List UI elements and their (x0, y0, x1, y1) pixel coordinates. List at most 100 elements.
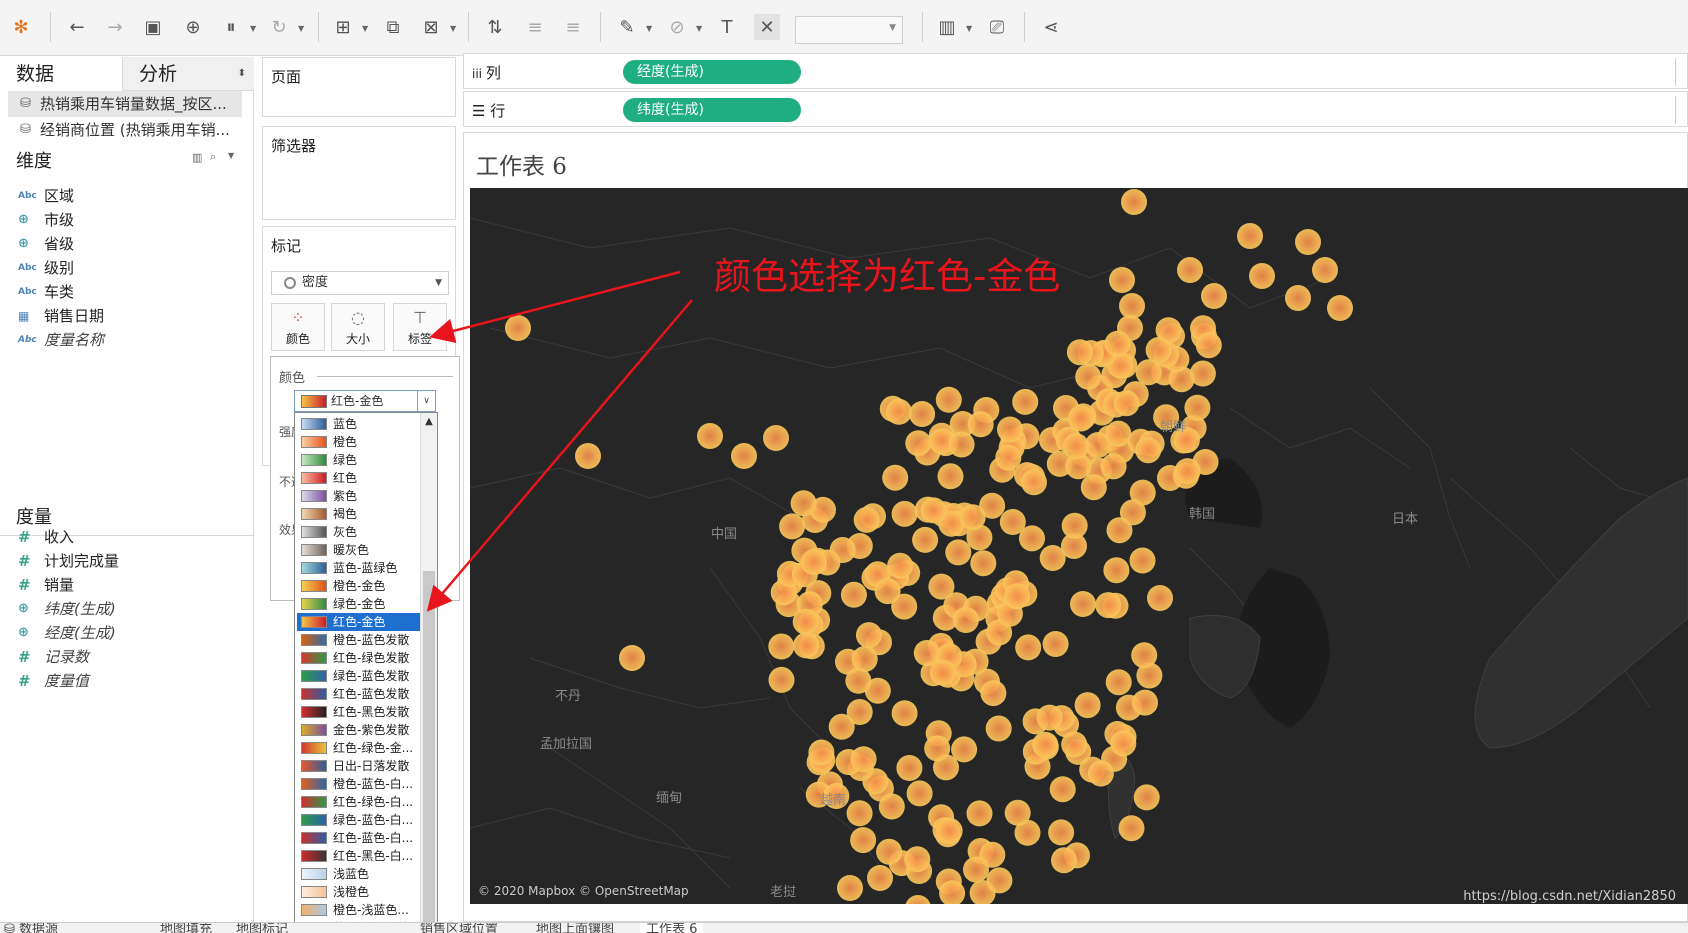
back-icon[interactable]: ← (64, 14, 90, 40)
label-icon[interactable]: T (714, 14, 740, 40)
save-icon[interactable]: ▣ (140, 14, 166, 40)
datasource-item[interactable]: ⛁ 热销乘用车销量数据_按区... (8, 91, 242, 117)
chevron-down-icon[interactable]: ▼ (966, 24, 972, 33)
palette-option[interactable]: 红色-蓝色-白... (297, 829, 421, 847)
palette-option[interactable]: 紫色 (297, 487, 421, 505)
palette-option[interactable]: 橙色 (297, 433, 421, 451)
palette-option[interactable]: 蓝色-蓝绿色 (297, 559, 421, 577)
palette-option[interactable]: 褐色 (297, 505, 421, 523)
measure-field[interactable]: # 收入 (14, 525, 74, 549)
swap-icon[interactable]: ⇅ (482, 14, 508, 40)
scrollbar-thumb[interactable] (423, 571, 435, 932)
dimension-field[interactable]: Abc 车类 (14, 280, 74, 304)
color-button[interactable]: ⁘ 颜色 (271, 303, 325, 351)
duplicate-icon[interactable]: ⧉ (380, 14, 406, 40)
palette-option[interactable]: 灰色 (297, 523, 421, 541)
palette-option[interactable]: 浅橙色 (297, 883, 421, 901)
longitude-pill[interactable]: 经度(生成) (623, 60, 801, 84)
palette-option[interactable]: 红色 (297, 469, 421, 487)
sheet-tab[interactable]: 地图上面镶图 (536, 923, 614, 933)
palette-option[interactable]: 橙色-蓝色-白... (297, 775, 421, 793)
measure-field[interactable]: # 计划完成量 (14, 549, 119, 573)
palette-option[interactable]: 红色-黑色-白... (297, 847, 421, 865)
show-me-icon[interactable]: ▥ (934, 14, 960, 40)
palette-option[interactable]: 蓝色 (297, 415, 421, 433)
palette-option[interactable]: 橙色-金色 (297, 577, 421, 595)
dimension-field[interactable]: Abc 区域 (14, 184, 74, 208)
resize-handle[interactable] (1675, 58, 1685, 86)
scrollbar[interactable]: ▲ (420, 413, 437, 932)
measure-field[interactable]: ⊕ 纬度(生成) (14, 597, 116, 621)
worksheet-title[interactable]: 工作表 6 (476, 147, 567, 181)
fit-dropdown[interactable]: ▼ (795, 16, 903, 44)
view-toggle-icon[interactable]: ▥ (192, 151, 202, 164)
highlight-icon[interactable]: ✎ (614, 14, 640, 40)
group-icon[interactable]: ⊘ (664, 14, 690, 40)
sheet-tab[interactable]: 地图填充 (160, 923, 212, 933)
new-datasource-icon[interactable]: ⊕ (180, 14, 206, 40)
share-icon[interactable]: ⋖ (1038, 14, 1064, 40)
clear-sheet-icon[interactable]: ⊠ (418, 14, 444, 40)
palette-option[interactable]: 红色-金色 (297, 613, 421, 631)
measure-field[interactable]: # 记录数 (14, 645, 89, 669)
search-icon[interactable]: ⌕ (210, 150, 216, 164)
palette-option[interactable]: 红色-蓝色发散 (297, 685, 421, 703)
chevron-down-icon[interactable]: ▼ (362, 24, 368, 33)
palette-option[interactable]: 红色-绿色发散 (297, 649, 421, 667)
palette-option[interactable]: 金色-紫色发散 (297, 721, 421, 739)
dimension-field[interactable]: ⊕ 市级 (14, 208, 74, 232)
tableau-logo-icon[interactable]: ✻ (8, 14, 34, 40)
sort-ascending-icon[interactable]: ≡ (522, 14, 548, 40)
scroll-up-icon[interactable]: ▲ (421, 413, 437, 431)
tab-analysis[interactable]: 分析 ⬍ (122, 57, 254, 91)
label-button[interactable]: ⊤ 标签 (393, 303, 447, 351)
palette-option[interactable]: 浅蓝色 (297, 865, 421, 883)
sheet-tab[interactable]: 销售区域位置 (420, 923, 498, 933)
dimension-field[interactable]: Abc 度量名称 (14, 328, 104, 352)
tab-data[interactable]: 数据 (0, 57, 122, 91)
presentation-icon[interactable]: ⎚ (984, 14, 1010, 40)
palette-select[interactable]: 红色-金色 ∨ (294, 390, 436, 412)
chevron-down-icon[interactable]: ▼ (250, 24, 256, 33)
dimension-field[interactable]: ⊕ 省级 (14, 232, 74, 256)
columns-shelf[interactable]: iii 列 经度(生成) (463, 53, 1688, 89)
measure-field[interactable]: # 度量值 (14, 669, 89, 693)
datasource-item[interactable]: ⛁ 经销商位置 (热销乘用车销... (8, 117, 242, 143)
chevron-down-icon[interactable]: ▼ (450, 24, 456, 33)
density-map[interactable]: 中国 朝鲜 韩国 日本 不丹 孟加拉国 缅甸 越南 老挝 © 2020 Mapb… (470, 188, 1688, 904)
latitude-pill[interactable]: 纬度(生成) (623, 98, 801, 122)
chevron-down-icon[interactable]: ▼ (298, 24, 304, 33)
filters-card[interactable]: 筛选器 (262, 126, 456, 220)
mark-type-select[interactable]: 密度 ▼ (271, 271, 449, 295)
rows-shelf[interactable]: ☰ 行 纬度(生成) (463, 91, 1688, 127)
palette-option[interactable]: 日出-日落发散 (297, 757, 421, 775)
sort-descending-icon[interactable]: ≡ (560, 14, 586, 40)
palette-option[interactable]: 绿色-蓝色发散 (297, 667, 421, 685)
refresh-icon[interactable]: ↻ (266, 14, 292, 40)
measure-field[interactable]: # 销量 (14, 573, 74, 597)
sheet-tab[interactable]: 地图标记 (236, 923, 288, 933)
palette-option[interactable]: 红色-绿色-金... (297, 739, 421, 757)
tab-datasource[interactable]: ⛁ 数据源 (4, 923, 58, 933)
size-button[interactable]: ◌ 大小 (331, 303, 385, 351)
palette-option[interactable]: 绿色-蓝色-白... (297, 811, 421, 829)
palette-option[interactable]: 绿色-金色 (297, 595, 421, 613)
chevron-down-icon[interactable]: ∨ (417, 391, 435, 411)
pause-updates-icon[interactable]: ⏸ (218, 14, 244, 40)
chevron-down-icon[interactable]: ▼ (646, 24, 652, 33)
sheet-tab-active[interactable]: 工作表 6 (640, 923, 704, 933)
chevron-down-icon[interactable]: ▼ (228, 151, 234, 160)
forward-icon[interactable]: → (102, 14, 128, 40)
palette-option[interactable]: 暖灰色 (297, 541, 421, 559)
new-worksheet-icon[interactable]: ⊞ (330, 14, 356, 40)
measure-field[interactable]: ⊕ 经度(生成) (14, 621, 116, 645)
fix-axes-icon[interactable]: ✕ (754, 14, 780, 40)
palette-option[interactable]: 橙色-浅蓝色... (297, 901, 421, 919)
resize-handle[interactable] (1675, 96, 1685, 124)
chevron-down-icon[interactable]: ▼ (696, 24, 702, 33)
dimension-field[interactable]: Abc 级别 (14, 256, 74, 280)
palette-option[interactable]: 红色-绿色-白... (297, 793, 421, 811)
dimension-field[interactable]: ▦ 销售日期 (14, 304, 104, 328)
palette-option[interactable]: 橙色-蓝色发散 (297, 631, 421, 649)
palette-option[interactable]: 红色-黑色发散 (297, 703, 421, 721)
